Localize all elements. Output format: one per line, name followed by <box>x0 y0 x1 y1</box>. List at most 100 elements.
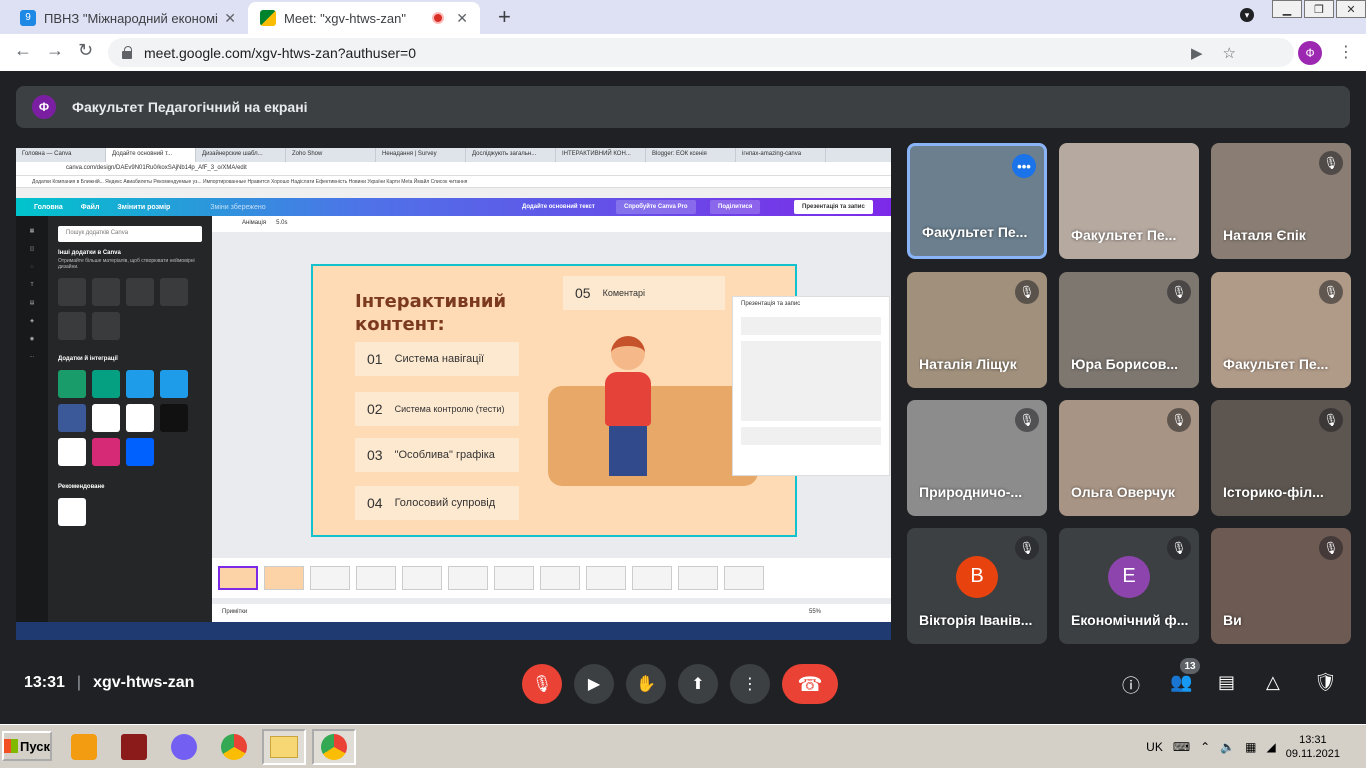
slide-item: 05 Коментарі <box>563 276 725 310</box>
taskbar-chrome-profile[interactable] <box>312 729 356 765</box>
mic-off-icon: 🎙 <box>1319 280 1343 304</box>
recording-icon <box>432 12 445 24</box>
canva-saved: Зміни збережено <box>210 203 266 211</box>
participant-tile[interactable]: 🎙 Наталія Ліщук <box>907 272 1047 388</box>
inner-tab: ігнпах-amazing-canva <box>736 148 826 162</box>
phone-hangup-icon: ☎ <box>797 673 823 696</box>
inner-tab: Головна — Canva <box>16 148 106 162</box>
participant-name: Природничо-... <box>919 484 1023 500</box>
chevron-up-icon[interactable]: ⌃ <box>1200 740 1210 754</box>
inner-tab: Дизайнерские шабл... <box>196 148 286 162</box>
keyboard-icon[interactable]: ⌨ <box>1173 740 1190 754</box>
slide-item-num: 02 <box>367 401 383 417</box>
mic-off-icon: 🎙 <box>531 676 553 693</box>
tab-title: Meet: "xgv-htws-zan" <box>284 10 406 26</box>
leave-call-button[interactable]: ☎ <box>782 664 838 704</box>
inner-tab: Ненадання | Survey <box>376 148 466 162</box>
mic-off-icon: 🎙 <box>1015 280 1039 304</box>
system-clock[interactable]: 13:31 09.11.2021 <box>1286 733 1340 761</box>
canva-sidebar: ▦ ◫ ◌ T ▤ ◈ ◉ ⋯ <box>16 216 48 622</box>
participant-tile[interactable]: Факультет Пе... <box>1059 143 1199 259</box>
participant-tile[interactable]: ••• Факультет Пе... <box>907 143 1047 259</box>
chat-icon[interactable]: ▤ <box>1218 672 1235 693</box>
tab-title: ПВНЗ "Міжнародний економіко <box>44 10 219 26</box>
address-bar[interactable]: meet.google.com/xgv-htws-zan?authuser=0 … <box>108 38 1294 67</box>
media-player-icon <box>71 734 97 760</box>
inner-tab: ІНТЕРАКТИВНИЙ КОН... <box>556 148 646 162</box>
inner-url: canva.com/design/DAEv9N01Ru0/koxSAjNb14p… <box>16 162 891 176</box>
signal-icon[interactable]: ◢ <box>1267 740 1276 754</box>
more-options-icon[interactable]: ••• <box>1012 154 1036 178</box>
bookmark-star-icon[interactable]: ☆ <box>1223 44 1236 62</box>
kebab-menu-icon[interactable]: ⋮ <box>1338 42 1354 62</box>
reload-icon[interactable]: ↻ <box>78 40 93 61</box>
windows-taskbar: Пуск UK ⌨ ⌃ 🔈 ▦ ◢ 13:31 09.11.2021 <box>0 724 1366 768</box>
taskbar-explorer[interactable] <box>262 729 306 765</box>
slide-item-text: Голосовий супровід <box>394 497 496 509</box>
canva-recommended-title: Рекомендоване <box>58 484 105 490</box>
camera-icon[interactable]: ▶ <box>1191 44 1203 62</box>
tab-meet[interactable]: Meet: "xgv-htws-zan" ✕ <box>248 2 480 34</box>
camera-button[interactable]: ▶ <box>574 664 614 704</box>
taskbar-viber[interactable] <box>162 729 206 765</box>
mic-off-icon: 🎙 <box>1319 408 1343 432</box>
participant-tile[interactable]: 🎙 Наталя Єпік <box>1211 143 1351 259</box>
participant-tile[interactable]: 🎙 Історико-філ... <box>1211 400 1351 516</box>
participant-tile[interactable]: 🎙 Факультет Пе... <box>1211 272 1351 388</box>
new-tab-button[interactable]: + <box>498 6 511 28</box>
raise-hand-button[interactable]: ✋ <box>626 664 666 704</box>
people-icon[interactable]: 👥 <box>1170 672 1192 693</box>
participant-tile[interactable]: 🎙 Ольга Оверчук <box>1059 400 1199 516</box>
participant-name: Ви <box>1223 612 1242 628</box>
window-controls: ▁ ❐ ✕ <box>1270 0 1366 18</box>
zoom-level: 55% <box>808 609 821 615</box>
participant-name: Наталія Ліщук <box>919 356 1017 372</box>
participant-avatar: В <box>956 555 998 598</box>
host-controls-icon[interactable]: 🛡 <box>1314 672 1337 693</box>
more-options-button[interactable]: ⋮ <box>730 664 770 704</box>
close-icon[interactable]: ✕ <box>456 10 468 27</box>
network-icon[interactable]: ▦ <box>1245 740 1256 754</box>
minimize-button[interactable]: ▁ <box>1272 0 1302 18</box>
language-indicator[interactable]: UK <box>1146 740 1163 754</box>
present-screen-button[interactable]: ⬆ <box>678 664 718 704</box>
slide-item-num: 04 <box>367 495 383 511</box>
info-icon[interactable]: ⓘ <box>1122 672 1140 698</box>
participant-tile[interactable]: 🎙 Природничо-... <box>907 400 1047 516</box>
taskbar-winrar[interactable] <box>112 729 156 765</box>
profile-avatar[interactable]: Ф <box>1298 41 1322 65</box>
forward-arrow-icon[interactable]: → <box>46 40 64 61</box>
participant-name: Економічний ф... <box>1071 612 1189 628</box>
start-button[interactable]: Пуск <box>2 731 52 761</box>
taskbar-media-player[interactable] <box>62 729 106 765</box>
activities-icon[interactable]: △ <box>1266 672 1280 693</box>
close-window-button[interactable]: ✕ <box>1336 0 1366 18</box>
participant-tile[interactable]: 🎙 В Вікторія Іванів... <box>907 528 1047 644</box>
canva-try-pro: Спробуйте Canva Pro <box>616 200 696 214</box>
tab-search-icon[interactable]: ▾ <box>1240 8 1254 22</box>
slide-item: 02 Система контролю (тести) <box>355 392 519 426</box>
participant-tile[interactable]: 🎙 Е Економічний ф... <box>1059 528 1199 644</box>
canva-apps-panel: Пошук додатків Canva Інші додатки в Canv… <box>48 216 212 622</box>
tab-institution[interactable]: 9 ПВНЗ "Міжнародний економіко ✕ <box>8 2 248 34</box>
restore-button[interactable]: ❐ <box>1304 0 1334 18</box>
separator: | <box>76 674 82 691</box>
present-panel-title: Презентація та запис <box>741 301 801 307</box>
inner-tab: Blogger: ЕОК ксенія <box>646 148 736 162</box>
participant-tile[interactable]: 🎙 Юра Борисов... <box>1059 272 1199 388</box>
canva-app-grid <box>58 278 202 340</box>
canva-add-text: Додайте основний текст <box>522 204 595 210</box>
volume-icon[interactable]: 🔈 <box>1220 740 1235 754</box>
canva-more-apps-title: Інші додатки в Canva <box>58 250 121 256</box>
close-icon[interactable]: ✕ <box>224 10 236 27</box>
kebab-menu-icon: ⋮ <box>742 676 758 693</box>
present-record-panel: Презентація та запис <box>732 296 890 476</box>
hand-icon: ✋ <box>636 676 656 693</box>
mic-off-icon: 🎙 <box>1015 408 1039 432</box>
participant-tile-self[interactable]: 🎙 Ви <box>1211 528 1351 644</box>
taskbar-chrome[interactable] <box>212 729 256 765</box>
windows-logo-icon <box>4 739 18 753</box>
clock-date: 09.11.2021 <box>1285 748 1340 760</box>
mic-off-button[interactable]: 🎙 <box>522 664 562 704</box>
back-arrow-icon[interactable]: ← <box>14 40 32 61</box>
